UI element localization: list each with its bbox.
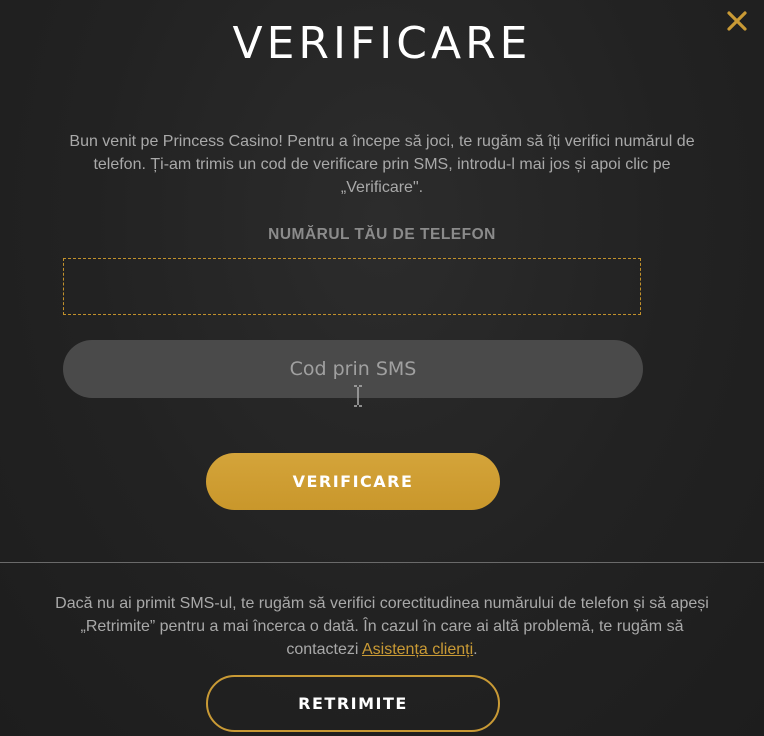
verify-button[interactable]: VERIFICARE <box>206 453 500 510</box>
modal-title: VERIFICARE <box>232 18 532 69</box>
phone-label: NUMĂRUL TĂU DE TELEFON <box>268 226 496 243</box>
help-text: Dacă nu ai primit SMS-ul, te rugăm să ve… <box>55 592 709 661</box>
phone-number-input[interactable] <box>63 258 641 315</box>
customer-support-link[interactable]: Asistența clienți <box>362 641 473 658</box>
help-text-end: . <box>473 641 478 658</box>
resend-button[interactable]: RETRIMITE <box>206 675 500 732</box>
text-cursor-icon <box>354 385 362 407</box>
verification-modal: VERIFICARE Bun venit pe Princess Casino!… <box>0 0 764 736</box>
divider <box>0 562 764 563</box>
intro-text: Bun venit pe Princess Casino! Pentru a î… <box>69 133 695 196</box>
